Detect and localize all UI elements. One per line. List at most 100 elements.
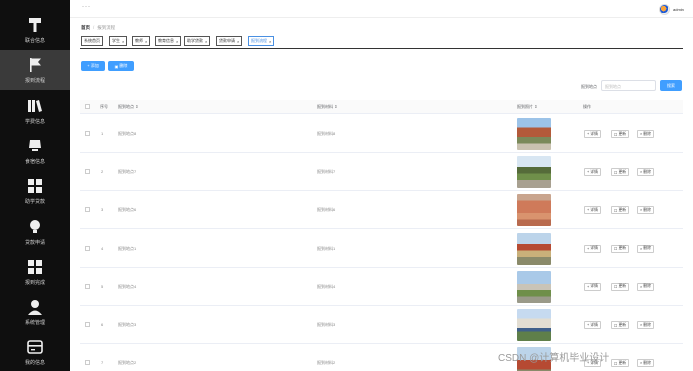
sidebar-item-7[interactable]: 系统管理 — [0, 292, 70, 332]
bulb-icon — [30, 219, 40, 233]
edit-button[interactable]: ☐ 更新 — [611, 321, 630, 329]
row-delete-button[interactable]: × 删除 — [637, 244, 654, 253]
row-delete-button[interactable]: × 删除 — [637, 282, 654, 291]
breadcrumb-home[interactable]: 首页 — [81, 25, 90, 30]
row-index: 5 — [101, 283, 104, 289]
edit-icon: ☐ — [614, 170, 618, 175]
detail-button[interactable]: + 详情 — [584, 168, 601, 177]
sidebar-item-8[interactable]: 我的信息 — [0, 332, 70, 371]
row-material: 报到材料2 — [317, 360, 336, 366]
row-place: 报到地点7 — [118, 169, 137, 175]
edit-button[interactable]: ☐ 更新 — [611, 130, 630, 138]
sidebar-item-4[interactable]: 助学贷款 — [0, 171, 70, 211]
table-row: 1 报到地点8 报到材料8 + 详情 ☐ 更新 × 删除 — [80, 115, 683, 153]
close-icon[interactable]: × — [176, 39, 178, 44]
sidebar-item-label: 学费信息 — [24, 118, 45, 125]
table-row: 2 报到地点7 报到材料7 + 详情 ☐ 更新 × 删除 — [80, 153, 683, 192]
sidebar-item-label: 贷款申请 — [24, 239, 45, 246]
sidebar-item-0[interactable]: 联合信息 — [0, 10, 70, 50]
edit-button[interactable]: ☐ 更新 — [611, 359, 630, 368]
close-icon[interactable]: × — [237, 39, 239, 44]
row-photo[interactable] — [517, 118, 551, 150]
table-row: 6 报到地点3 报到材料3 + 详情 ☐ 更新 × 删除 — [80, 306, 683, 344]
sidebar-item-1[interactable]: 报到流程 — [0, 50, 70, 90]
close-icon[interactable]: × — [122, 39, 124, 44]
tag-5[interactable]: 贷款申请 × — [216, 36, 243, 46]
row-photo[interactable] — [517, 309, 551, 341]
breadcrumb-current: 报到流程 — [97, 25, 116, 30]
plus-icon: + — [587, 208, 590, 213]
col-actions: 操作 — [583, 104, 591, 109]
close-icon: × — [640, 361, 643, 366]
sidebar-item-6[interactable]: 报到完成 — [0, 252, 70, 292]
row-photo[interactable] — [517, 194, 551, 227]
row-material: 报到材料8 — [317, 131, 336, 136]
detail-button[interactable]: + 详情 — [584, 130, 601, 138]
col-index: 序号 — [100, 104, 108, 109]
tag-2[interactable]: 教师 × — [132, 36, 151, 46]
detail-button[interactable]: + 详情 — [584, 321, 601, 329]
username[interactable]: admin — [673, 7, 684, 12]
monitor-icon — [29, 139, 41, 151]
sidebar-item-label: 我的信息 — [24, 359, 45, 366]
sidebar-item-label: 助学贷款 — [24, 198, 45, 205]
row-checkbox[interactable] — [85, 283, 90, 289]
tag-3[interactable]: 教育信息 × — [155, 36, 182, 46]
plus-icon: + — [587, 132, 590, 136]
sidebar-item-5[interactable]: 贷款申请 — [0, 212, 70, 252]
sidebar-item-label: 联合信息 — [24, 37, 45, 44]
tag-6[interactable]: 报到流程 × — [248, 36, 275, 46]
row-material: 报到材料6 — [317, 207, 336, 213]
row-photo[interactable] — [517, 232, 551, 265]
row-index: 2 — [101, 169, 104, 175]
row-photo[interactable] — [517, 270, 551, 303]
detail-button[interactable]: + 详情 — [584, 282, 601, 291]
close-icon[interactable]: × — [269, 39, 271, 44]
delete-button[interactable]: ▣ 删除 — [108, 61, 134, 71]
row-photo[interactable] — [517, 156, 551, 189]
row-delete-button[interactable]: × 删除 — [637, 130, 654, 138]
select-all-checkbox[interactable] — [85, 104, 90, 109]
tag-1[interactable]: 学生 × — [109, 36, 128, 46]
row-checkbox[interactable] — [85, 207, 90, 213]
row-delete-button[interactable]: × 删除 — [637, 321, 654, 329]
col-place[interactable]: 报到地点 ⇕ — [118, 104, 138, 110]
table-row: 3 报到地点6 报到材料6 + 详情 ☐ 更新 × 删除 — [80, 191, 683, 230]
row-checkbox[interactable] — [85, 245, 90, 251]
tag-label: 学生 — [112, 38, 120, 43]
row-checkbox[interactable] — [85, 360, 90, 366]
tag-0[interactable]: 系统首页 — [81, 36, 103, 46]
tags-view: 系统首页 学生 × 教师 × 教育信息 × 助学贷款 × 贷款申请 × 报到流程 × — [80, 35, 683, 49]
search-input[interactable]: 报到地点 — [601, 80, 656, 91]
edit-button[interactable]: ☐ 更新 — [611, 282, 630, 291]
close-icon[interactable]: × — [145, 39, 147, 44]
search-button[interactable]: 搜索 — [660, 80, 682, 91]
close-icon[interactable]: × — [205, 39, 207, 44]
row-delete-button[interactable]: × 删除 — [637, 168, 654, 177]
row-checkbox[interactable] — [85, 131, 90, 136]
table-row: 4 报到地点1 报到材料1 + 详情 ☐ 更新 × 删除 — [80, 230, 683, 268]
edit-icon: ☐ — [614, 323, 618, 328]
row-checkbox[interactable] — [85, 169, 90, 175]
sidebar-item-label: 系统管理 — [24, 319, 45, 326]
sidebar-item-3[interactable]: 食宿信息 — [0, 131, 70, 171]
edit-button[interactable]: ☐ 更新 — [611, 244, 630, 253]
edit-button[interactable]: ☐ 更新 — [611, 206, 630, 215]
avatar[interactable] — [659, 4, 670, 15]
detail-button[interactable]: + 详情 — [584, 244, 601, 253]
tag-4[interactable]: 助学贷款 × — [184, 36, 211, 46]
add-button[interactable]: + 添加 — [81, 61, 105, 71]
row-delete-button[interactable]: × 删除 — [637, 206, 654, 215]
row-delete-button[interactable]: × 删除 — [637, 359, 654, 368]
topbar: ··· admin — [70, 0, 693, 18]
row-checkbox[interactable] — [85, 322, 90, 327]
row-place: 报到地点8 — [118, 131, 137, 136]
sidebar-item-2[interactable]: 学费信息 — [0, 91, 70, 131]
detail-button[interactable]: + 详情 — [584, 206, 601, 215]
menu-toggle[interactable]: ··· — [82, 4, 91, 10]
tag-label: 助学贷款 — [187, 38, 203, 43]
sidebar: 联合信息 报到流程 学费信息 食宿信息 助学贷款 贷款申请 报到完成 系统管理 … — [0, 0, 70, 371]
edit-button[interactable]: ☐ 更新 — [611, 168, 630, 177]
col-material[interactable]: 报到材料 ⇕ — [317, 104, 337, 110]
col-photo[interactable]: 报到照片 ⇕ — [517, 104, 537, 110]
